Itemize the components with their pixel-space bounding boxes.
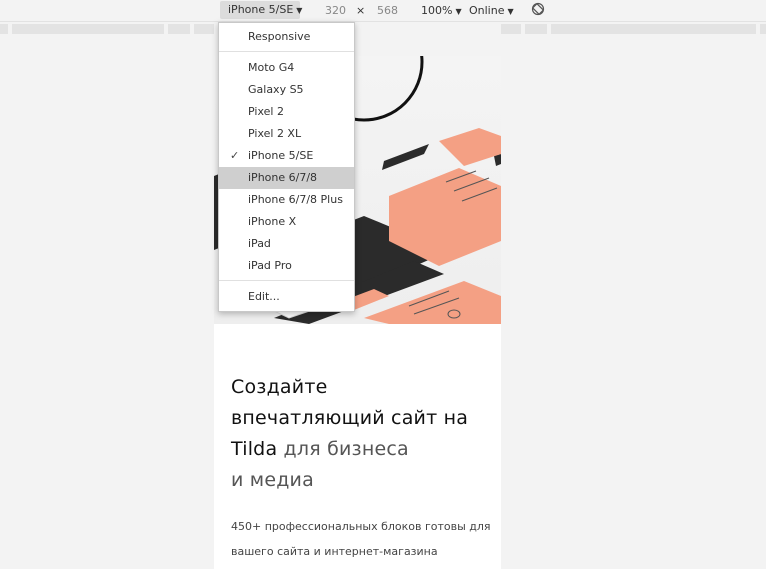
menu-item-iphone-x[interactable]: iPhone X [219,211,354,233]
media-segment[interactable] [12,24,164,34]
headline-line: впечатляющий сайт на [231,407,469,429]
hero-headline: Создайте впечатляющий сайт на Tilda для … [231,372,493,496]
media-segment[interactable] [501,24,521,34]
hero-subtext: 450+ профессиональных блоков готовы для … [231,514,493,564]
menu-divider [219,51,354,52]
zoom-select[interactable]: 100% ▼ [421,3,462,18]
media-segment[interactable] [551,24,756,34]
headline-line: и медиа [231,469,314,491]
headline-light-text: для бизнеса [277,438,409,460]
throttle-label: Online [469,4,505,17]
dimension-separator: × [356,4,366,17]
menu-item-iphone-6-7-8[interactable]: iPhone 6/7/8 [219,167,354,189]
menu-item-ipad[interactable]: iPad [219,233,354,255]
menu-item-pixel-2-xl[interactable]: Pixel 2 XL [219,123,354,145]
menu-item-moto-g4[interactable]: Moto G4 [219,57,354,79]
menu-item-responsive[interactable]: Responsive [219,26,354,48]
rotate-icon[interactable] [531,2,545,16]
subtext-line: 450+ профессиональных блоков готовы для [231,520,491,533]
media-segment[interactable] [168,24,190,34]
device-select-label: iPhone 5/SE [228,3,294,16]
menu-item-pixel-2[interactable]: Pixel 2 [219,101,354,123]
brand-name: Tilda [231,438,278,460]
menu-item-galaxy-s5[interactable]: Galaxy S5 [219,79,354,101]
chevron-down-icon: ▼ [507,7,514,16]
media-segment[interactable] [760,24,766,34]
device-toolbar: iPhone 5/SE ▼ 320 × 568 100% ▼ Online ▼ [0,0,766,22]
media-segment[interactable] [0,24,8,34]
media-segment[interactable] [525,24,547,34]
menu-item-iphone-5-se[interactable]: ✓ iPhone 5/SE [219,145,354,167]
chevron-down-icon: ▼ [455,7,462,16]
media-query-bar[interactable] [0,22,766,36]
menu-item-edit[interactable]: Edit... [219,286,354,308]
device-select[interactable]: iPhone 5/SE ▼ [220,1,303,19]
headline-line: Tilda для бизнеса [231,434,493,465]
headline-line: Создайте [231,376,328,398]
menu-item-label: iPhone 5/SE [248,149,314,162]
media-segment[interactable] [194,24,214,34]
menu-item-iphone-6-7-8-plus[interactable]: iPhone 6/7/8 Plus [219,189,354,211]
height-input[interactable]: 568 [377,3,398,18]
menu-divider [219,280,354,281]
device-dropdown-menu: Responsive Moto G4 Galaxy S5 Pixel 2 Pix… [218,22,355,312]
menu-item-ipad-pro[interactable]: iPad Pro [219,255,354,277]
width-input[interactable]: 320 [325,3,346,18]
checkmark-icon: ✓ [230,149,240,162]
chevron-down-icon: ▼ [296,6,303,15]
subtext-line: вашего сайта и интернет-магазина [231,545,438,558]
throttle-select[interactable]: Online ▼ [469,3,514,18]
zoom-label: 100% [421,4,453,17]
